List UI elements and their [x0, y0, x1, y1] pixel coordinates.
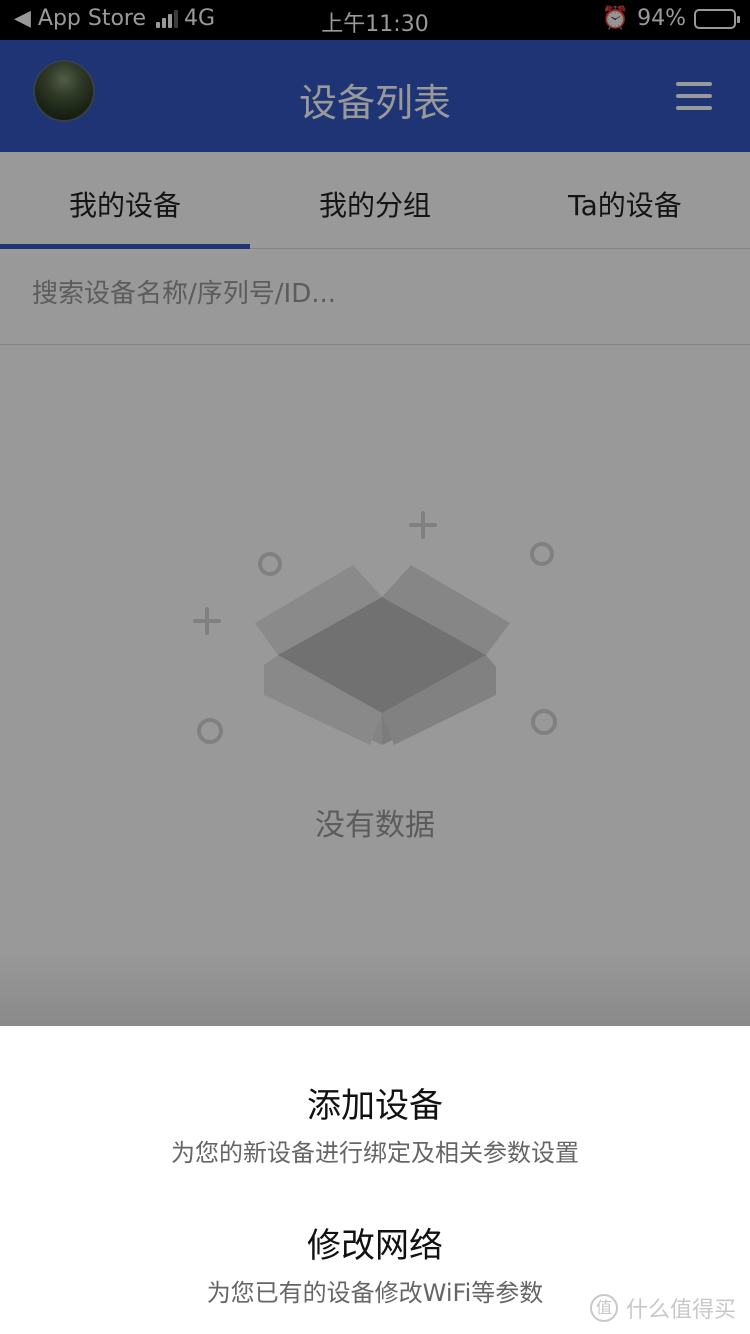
watermark: 值 什么值得买 — [589, 1292, 736, 1324]
watermark-logo-icon: 值 — [589, 1294, 618, 1322]
backdrop-shade — [0, 950, 750, 1026]
add-device-option[interactable]: 添加设备 为您的新设备进行绑定及相关参数设置 — [0, 1078, 750, 1168]
action-sheet: 添加设备 为您的新设备进行绑定及相关参数设置 修改网络 为您已有的设备修改WiF… — [0, 1026, 750, 1334]
add-device-desc: 为您的新设备进行绑定及相关参数设置 — [171, 1139, 579, 1167]
watermark-text: 什么值得买 — [625, 1298, 736, 1323]
modal-backdrop[interactable] — [0, 0, 750, 1026]
add-device-title: 添加设备 — [307, 1086, 443, 1126]
modify-network-title: 修改网络 — [307, 1226, 443, 1266]
